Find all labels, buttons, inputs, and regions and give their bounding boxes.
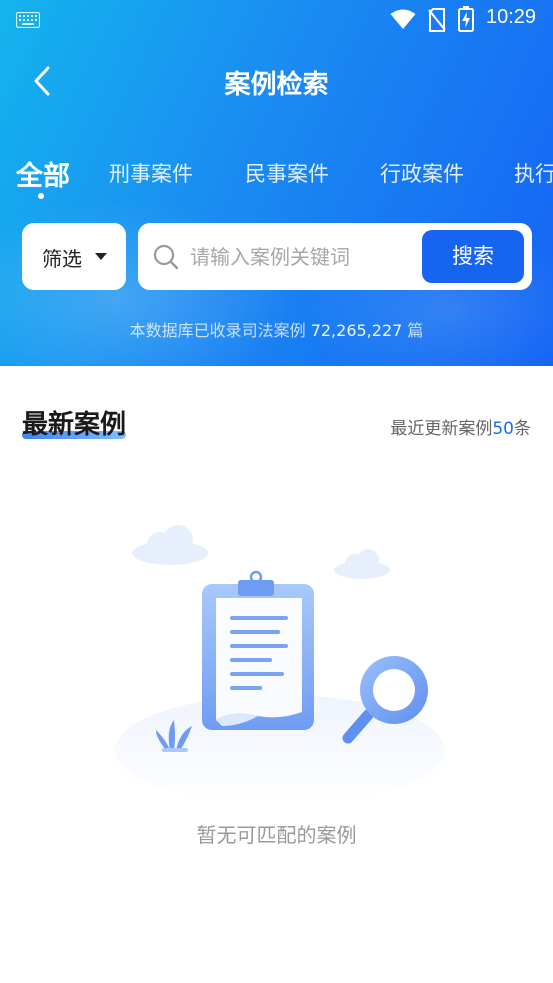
database-count-note: 本数据库已收录司法案例 72,265,227 篇: [0, 317, 553, 341]
keyboard-icon: [16, 12, 40, 28]
caret-down-icon: [95, 253, 107, 260]
tab-civil[interactable]: 民事案件: [245, 158, 329, 188]
update-count-note: 最近更新案例50条: [390, 414, 531, 439]
status-time: 10:29: [486, 6, 537, 28]
tab-execution[interactable]: 执行: [514, 158, 553, 188]
filter-button[interactable]: 筛选: [22, 223, 126, 290]
search-button[interactable]: 搜索: [422, 230, 524, 283]
active-tab-indicator: [38, 193, 44, 199]
wifi-icon: [390, 9, 416, 29]
database-note-suffix: 篇: [407, 321, 424, 340]
filter-label: 筛选: [42, 247, 82, 271]
cloud-icon: [132, 525, 208, 565]
tab-criminal[interactable]: 刑事案件: [109, 158, 193, 188]
update-note-prefix: 最近更新案例: [390, 419, 493, 439]
database-note-prefix: 本数据库已收录司法案例: [129, 321, 306, 340]
header-banner: 10:29 案例检索 全部 刑事案件 民事案件 行政案件 执行 筛选 搜索 本数…: [0, 0, 553, 366]
update-note-suffix: 条: [514, 419, 531, 439]
update-count: 50: [492, 419, 514, 439]
status-bar: 10:29: [0, 0, 553, 40]
no-sim-icon: [428, 8, 446, 32]
empty-state-illustration: [115, 525, 445, 805]
tab-administrative[interactable]: 行政案件: [380, 158, 464, 188]
page-title: 案例检索: [224, 70, 329, 100]
search-box: 搜索: [138, 223, 532, 290]
tab-all[interactable]: 全部: [16, 154, 70, 193]
cloud-icon: [334, 549, 390, 579]
search-icon: [153, 244, 179, 270]
category-tabs: 全部 刑事案件 民事案件 行政案件 执行: [0, 150, 553, 200]
database-case-count: 72,265,227: [310, 321, 403, 340]
section-title-latest: 最新案例: [22, 410, 127, 440]
battery-charging-icon: [458, 6, 474, 32]
search-input[interactable]: [190, 241, 415, 273]
empty-state-message: 暂无可匹配的案例: [196, 823, 357, 847]
